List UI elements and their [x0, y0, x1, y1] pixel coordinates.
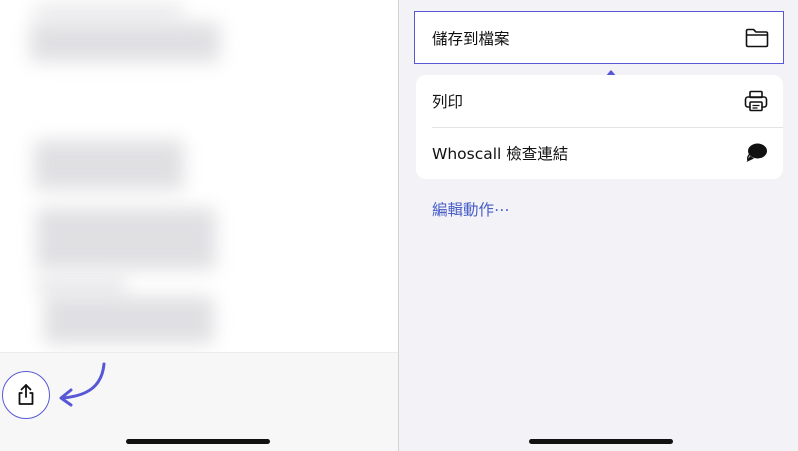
- action-label: 儲存到檔案: [432, 29, 510, 48]
- share-icon: [12, 381, 40, 409]
- action-whoscall-check-link[interactable]: Whoscall 檢查連結: [416, 127, 783, 179]
- folder-icon: [743, 24, 771, 52]
- left-pane-browser: [0, 0, 398, 451]
- printer-icon: [742, 87, 770, 115]
- blurred-content: [36, 280, 126, 292]
- right-pane-share-sheet: 儲存到檔案 列印 Whoscall 檢查連結 編輯動作⋯: [399, 0, 798, 451]
- blurred-content: [34, 6, 184, 16]
- curved-arrow-icon: [59, 362, 106, 407]
- home-indicator: [529, 439, 673, 444]
- action-print[interactable]: 列印: [416, 75, 783, 127]
- edit-actions-link[interactable]: 編輯動作⋯: [432, 198, 510, 220]
- action-label: Whoscall 檢查連結: [432, 145, 569, 163]
- blurred-content: [34, 140, 184, 190]
- action-list-card: 列印 Whoscall 檢查連結: [416, 75, 783, 179]
- share-button[interactable]: [2, 371, 50, 419]
- action-label: 列印: [432, 93, 464, 111]
- blurred-content: [44, 296, 214, 344]
- home-indicator: [126, 439, 270, 444]
- blurred-content: [30, 22, 220, 62]
- blurred-content: [36, 208, 216, 270]
- whoscall-icon: [742, 139, 770, 167]
- action-save-to-files[interactable]: 儲存到檔案: [414, 11, 784, 64]
